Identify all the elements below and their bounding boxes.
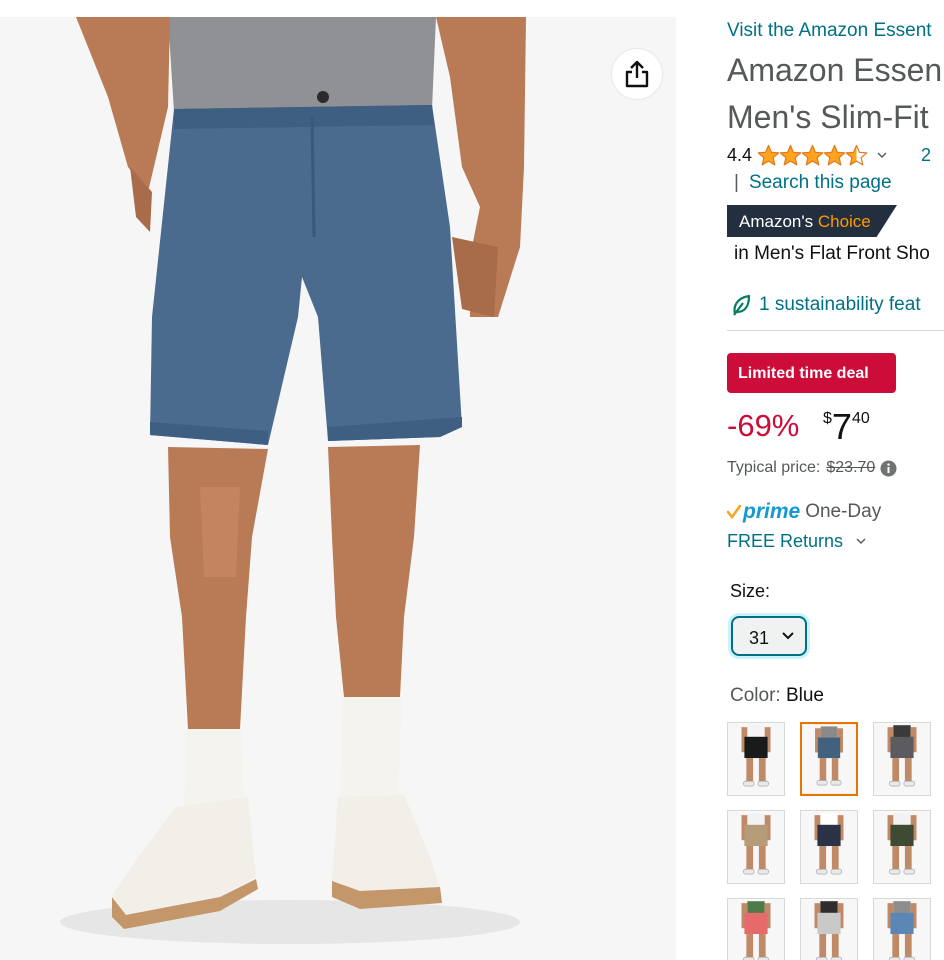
color-swatch[interactable]: [873, 898, 931, 960]
rating-stars[interactable]: [757, 144, 868, 167]
product-title-line-2: Men's Slim-Fit: [727, 99, 929, 135]
sustainability-text: 1 sustainability feat: [759, 294, 921, 315]
separator: |: [734, 172, 739, 193]
swatch-image: [801, 811, 857, 883]
sustainability-link[interactable]: 1 sustainability feat: [731, 292, 921, 318]
free-returns-link[interactable]: FREE Returns: [727, 531, 866, 552]
product-image: [60, 17, 526, 944]
size-label: Size:: [730, 581, 771, 601]
color-swatch[interactable]: [727, 898, 785, 960]
rating-value: 4.4: [727, 144, 753, 165]
swatch-image: [874, 811, 930, 883]
size-select[interactable]: 31: [731, 616, 807, 656]
product-title-line-1: Amazon Essen: [727, 52, 943, 88]
leaf-icon: [733, 294, 751, 316]
badge-prefix: Amazon's: [739, 212, 814, 231]
swatch-image: [728, 811, 784, 883]
typical-price-row: Typical price: $23.70: [727, 459, 897, 477]
swatch-image: [874, 723, 930, 795]
share-icon: [625, 60, 649, 88]
color-swatch[interactable]: [800, 722, 858, 796]
divider: [727, 330, 944, 331]
color-swatch[interactable]: [800, 898, 858, 960]
limited-time-deal-badge: Limited time deal: [727, 353, 896, 393]
star-icon: [823, 144, 846, 165]
discount-percent: -69%: [727, 408, 800, 443]
search-this-page-row[interactable]: | Search this page: [734, 172, 892, 194]
star-icon: [845, 144, 868, 165]
star-icon: [779, 144, 802, 165]
color-label: Color:: [730, 685, 781, 706]
price-symbol: $: [823, 410, 832, 427]
color-swatch[interactable]: [873, 810, 931, 884]
prime-row: prime One-Day: [727, 499, 881, 525]
color-swatch[interactable]: [800, 810, 858, 884]
price-fraction: 40: [851, 410, 870, 427]
badge-category[interactable]: in Men's Flat Front Sho: [734, 243, 930, 265]
color-swatch[interactable]: [727, 810, 785, 884]
store-link[interactable]: Visit the Amazon Essent: [727, 20, 932, 42]
star-icon: [801, 144, 824, 165]
rating-row[interactable]: 4.4 2: [727, 143, 931, 167]
swatch-image: [728, 899, 784, 960]
checkmark-icon: [727, 505, 741, 519]
chevron-down-icon: [782, 632, 794, 640]
amazons-choice-badge[interactable]: Amazon's Choice: [727, 205, 897, 237]
color-selected-value: Blue: [785, 685, 824, 706]
price: $740: [823, 406, 870, 448]
prime-logo: prime: [743, 500, 801, 523]
typical-price-value: $23.70: [826, 459, 876, 476]
free-returns-text: FREE Returns: [727, 531, 844, 551]
search-this-page-link[interactable]: Search this page: [749, 172, 892, 193]
chevron-down-icon[interactable]: [877, 152, 887, 159]
size-selected-value: 31: [749, 628, 770, 648]
prime-delivery-text: One-Day: [805, 501, 882, 522]
star-icon: [757, 144, 780, 165]
reviews-count-link[interactable]: 2: [921, 145, 931, 166]
share-button[interactable]: [612, 49, 662, 99]
swatch-image: [728, 723, 784, 795]
chevron-down-icon: [856, 538, 866, 544]
price-whole: 7: [831, 406, 852, 447]
product-image-area[interactable]: [0, 17, 676, 960]
product-details: Visit the Amazon Essent Amazon Essen Men…: [676, 0, 944, 960]
swatch-image: [802, 724, 856, 794]
swatch-image: [801, 899, 857, 960]
info-icon[interactable]: [880, 460, 897, 477]
color-swatch[interactable]: [873, 722, 931, 796]
deal-label: Limited time deal: [738, 365, 869, 382]
badge-choice: Choice: [817, 212, 871, 231]
typical-price-label: Typical price:: [727, 459, 821, 476]
color-swatch[interactable]: [727, 722, 785, 796]
swatch-image: [874, 899, 930, 960]
color-label-row: Color: Blue: [730, 685, 824, 707]
